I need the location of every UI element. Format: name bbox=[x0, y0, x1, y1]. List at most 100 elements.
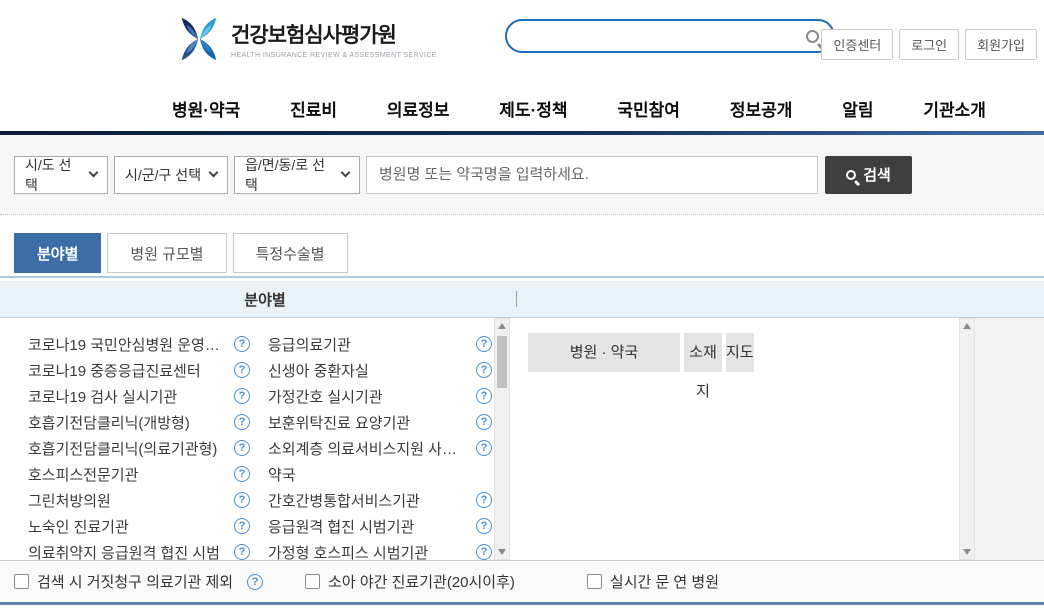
tab[interactable]: 특정수술별 bbox=[233, 233, 348, 273]
scroll-down-icon[interactable] bbox=[495, 545, 509, 559]
nav-item[interactable]: 제도·정책 bbox=[499, 96, 567, 121]
category-item-label[interactable]: 호흡기전담클리닉(의료기관형) bbox=[28, 438, 217, 459]
help-icon[interactable] bbox=[234, 544, 250, 560]
help-icon[interactable] bbox=[476, 518, 492, 534]
category-item-label[interactable]: 간호간병통합서비스기관 bbox=[268, 490, 420, 511]
category-item-label[interactable]: 가정형 호스피스 시범기관 bbox=[268, 542, 428, 561]
category-item[interactable]: 간호간병통합서비스기관 bbox=[268, 487, 492, 513]
nav-item[interactable]: 알림 bbox=[842, 96, 873, 121]
region-select[interactable]: 읍/면/동/로 선택 bbox=[234, 156, 360, 194]
help-icon[interactable] bbox=[234, 414, 250, 430]
global-search[interactable] bbox=[505, 19, 835, 53]
category-scrollbar[interactable] bbox=[494, 318, 510, 560]
footer-filter[interactable]: 검색 시 거짓청구 의료기관 제외 bbox=[14, 571, 263, 592]
main-content: 코로나19 국민안심병원 운영기관 코로나19 중증응급진료센터 코로나19 검… bbox=[0, 318, 1044, 560]
help-icon[interactable] bbox=[234, 466, 250, 482]
category-item-label[interactable]: 코로나19 검사 실시기관 bbox=[28, 386, 177, 407]
category-item[interactable]: 호스피스전문기관 bbox=[28, 461, 250, 487]
help-icon[interactable] bbox=[234, 518, 250, 534]
panel-header-divider bbox=[516, 291, 517, 307]
category-item-label[interactable]: 호흡기전담클리닉(개방형) bbox=[28, 412, 190, 433]
category-item-label[interactable]: 호스피스전문기관 bbox=[28, 464, 138, 485]
search-button[interactable]: 검색 bbox=[825, 156, 912, 194]
region-select[interactable]: 시/도 선택 bbox=[14, 156, 108, 194]
category-item[interactable]: 약국 bbox=[268, 461, 492, 487]
nav-item[interactable]: 국민참여 bbox=[617, 96, 680, 121]
results-column-header: 지도 bbox=[726, 333, 754, 372]
footer-filter-checkbox[interactable] bbox=[14, 574, 29, 589]
category-item-label[interactable]: 응급원격 협진 시범기관 bbox=[268, 516, 414, 537]
search-icon[interactable] bbox=[806, 30, 819, 43]
tab[interactable]: 분야별 bbox=[14, 233, 101, 273]
results-column-header: 병원 · 약국 bbox=[528, 333, 680, 372]
footer-filter[interactable]: 소아 야간 진료기관(20시이후) bbox=[305, 571, 545, 592]
utility-link-button[interactable]: 인증센터 bbox=[821, 29, 893, 60]
keyword-input[interactable] bbox=[366, 156, 818, 194]
results-scrollbar[interactable] bbox=[959, 318, 975, 560]
help-icon[interactable] bbox=[476, 492, 492, 508]
footer-filter-checkbox[interactable] bbox=[305, 574, 320, 589]
category-item-label[interactable]: 노숙인 진료기관 bbox=[28, 516, 129, 537]
utility-link-button[interactable]: 로그인 bbox=[899, 29, 959, 60]
category-item[interactable]: 그린처방의원 bbox=[28, 487, 250, 513]
help-icon[interactable] bbox=[247, 574, 263, 590]
panel-header-label: 분야별 bbox=[14, 289, 516, 310]
nav-item[interactable]: 진료비 bbox=[290, 96, 337, 121]
category-item[interactable]: 호흡기전담클리닉(의료기관형) bbox=[28, 435, 250, 461]
help-icon[interactable] bbox=[234, 362, 250, 378]
category-item[interactable]: 응급원격 협진 시범기관 bbox=[268, 513, 492, 539]
category-item-label[interactable]: 코로나19 국민안심병원 운영기관 bbox=[28, 334, 228, 355]
scroll-up-icon[interactable] bbox=[495, 319, 509, 333]
nav-item[interactable]: 병원·약국 bbox=[172, 96, 240, 121]
help-icon[interactable] bbox=[476, 544, 492, 560]
category-item-label[interactable]: 의료취약지 응급원격 협진 시범 bbox=[28, 542, 220, 561]
help-icon[interactable] bbox=[476, 414, 492, 430]
help-icon[interactable] bbox=[234, 492, 250, 508]
hira-logo[interactable]: 건강보험심사평가원 HEALTH INSURANCE REVIEW & ASSE… bbox=[176, 16, 437, 62]
global-nav: 병원·약국 진료비 의료정보 제도·정책 국민참여 정보공개 알림 기관소개 bbox=[0, 85, 1044, 131]
logo-title: 건강보험심사평가원 bbox=[231, 19, 437, 49]
help-icon[interactable] bbox=[476, 388, 492, 404]
category-item[interactable]: 소외계층 의료서비스지원 사업… bbox=[268, 435, 492, 461]
category-item[interactable]: 가정간호 실시기관 bbox=[268, 383, 492, 409]
category-list-right: 응급의료기관 신생아 중환자실 가정간호 실시기관 보훈위탁진료 bbox=[268, 331, 492, 560]
region-select[interactable]: 시/군/구 선택 bbox=[114, 156, 228, 194]
category-item-label[interactable]: 약국 bbox=[268, 464, 296, 485]
category-item[interactable]: 노숙인 진료기관 bbox=[28, 513, 250, 539]
help-icon[interactable] bbox=[234, 388, 250, 404]
help-icon[interactable] bbox=[234, 440, 250, 456]
nav-item[interactable]: 기관소개 bbox=[923, 96, 986, 121]
help-icon[interactable] bbox=[476, 362, 492, 378]
category-item-label[interactable]: 보훈위탁진료 요양기관 bbox=[268, 412, 410, 433]
category-item-label[interactable]: 코로나19 중증응급진료센터 bbox=[28, 360, 201, 381]
nav-item[interactable]: 의료정보 bbox=[387, 96, 450, 121]
category-item[interactable]: 의료취약지 응급원격 협진 시범 bbox=[28, 539, 250, 560]
category-item-label[interactable]: 그린처방의원 bbox=[28, 490, 111, 511]
help-icon[interactable] bbox=[476, 440, 492, 456]
category-item[interactable]: 코로나19 검사 실시기관 bbox=[28, 383, 250, 409]
category-item-label[interactable]: 소외계층 의료서비스지원 사업… bbox=[268, 438, 470, 459]
help-icon[interactable] bbox=[476, 336, 492, 352]
category-item[interactable]: 코로나19 중증응급진료센터 bbox=[28, 357, 250, 383]
global-search-input[interactable] bbox=[521, 28, 806, 44]
hira-logo-icon bbox=[176, 16, 222, 62]
category-item[interactable]: 가정형 호스피스 시범기관 bbox=[268, 539, 492, 560]
category-item[interactable]: 응급의료기관 bbox=[268, 331, 492, 357]
category-item-label[interactable]: 신생아 중환자실 bbox=[268, 360, 369, 381]
help-icon[interactable] bbox=[234, 336, 250, 352]
utility-link-button[interactable]: 회원가입 bbox=[965, 29, 1037, 60]
footer-filter[interactable]: 실시간 문 연 병원 bbox=[587, 571, 749, 592]
tab[interactable]: 병원 규모별 bbox=[107, 233, 226, 273]
results-column-header: 소재지 bbox=[684, 333, 722, 372]
category-item-label[interactable]: 응급의료기관 bbox=[268, 334, 351, 355]
category-item[interactable]: 보훈위탁진료 요양기관 bbox=[268, 409, 492, 435]
category-item[interactable]: 코로나19 국민안심병원 운영기관 bbox=[28, 331, 250, 357]
category-item-label[interactable]: 가정간호 실시기관 bbox=[268, 386, 383, 407]
footer-filter-checkbox[interactable] bbox=[587, 574, 602, 589]
scroll-up-icon[interactable] bbox=[960, 319, 974, 333]
scrollbar-thumb[interactable] bbox=[497, 336, 507, 388]
category-item[interactable]: 호흡기전담클리닉(개방형) bbox=[28, 409, 250, 435]
category-item[interactable]: 신생아 중환자실 bbox=[268, 357, 492, 383]
nav-item[interactable]: 정보공개 bbox=[730, 96, 793, 121]
scroll-down-icon[interactable] bbox=[960, 545, 974, 559]
